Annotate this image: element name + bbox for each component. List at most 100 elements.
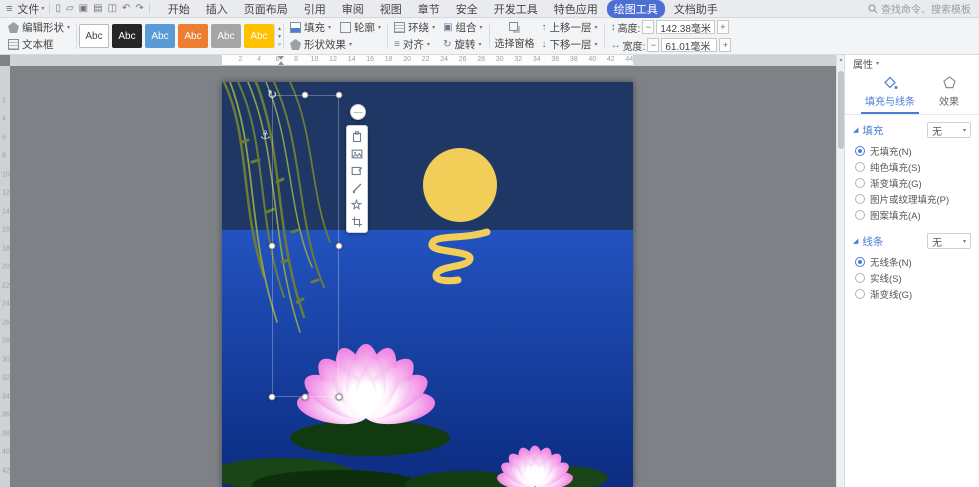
selection-pane-button[interactable]: 选择窗格 [492,22,538,50]
gallery-up-icon[interactable]: ▴ [278,25,281,32]
width-increase-button[interactable]: + [719,38,732,52]
print-icon[interactable]: ▤ [93,2,102,16]
line-section-header[interactable]: ◢ 线条 无 ▾ [853,233,971,249]
shape-style-preset-3[interactable]: Abc [178,24,209,48]
divider [49,3,51,14]
ruler-number: 14 [2,208,10,216]
indent-marker-top[interactable] [278,56,284,60]
tab-引用[interactable]: 引用 [297,0,333,18]
tab-effects[interactable]: 效果 [935,76,963,114]
selection-handle[interactable] [335,242,343,250]
fill-section-header[interactable]: ◢ 填充 无 ▾ [853,122,971,138]
file-menu-button[interactable]: 文件 ▾ [17,1,44,17]
shape-style-preset-1[interactable]: Abc [112,24,143,48]
ruler-number: 22 [421,56,430,63]
radio-渐变填充(G)[interactable]: 渐变填充(G) [853,175,971,191]
radio-实线(S)[interactable]: 实线(S) [853,270,971,286]
selection-handle[interactable] [335,393,343,401]
edit-shape-button[interactable]: 编辑形状 ▾ [8,21,70,35]
ruler-number: 4 [2,115,6,123]
star-effect-icon[interactable] [349,198,365,211]
divider [76,23,78,49]
radio-渐变线(G)[interactable]: 渐变线(G) [853,286,971,302]
gallery-more-icon[interactable]: ▿ [278,41,281,48]
tab-安全[interactable]: 安全 [449,0,485,18]
shape-style-preset-2[interactable]: Abc [145,24,176,48]
preview-icon[interactable]: ◫ [108,2,117,16]
rotate-button[interactable]: ↻ 旋转 ▾ [443,38,482,52]
tab-插入[interactable]: 插入 [199,0,235,18]
height-input[interactable]: 142.38毫米 [656,20,715,35]
selection-handle[interactable] [268,242,276,250]
selection-handle[interactable] [301,393,309,401]
collapse-toolbar-button[interactable]: — [350,104,366,120]
ruler-number: 2 [238,56,243,63]
radio-无填充(N)[interactable]: 无填充(N) [853,143,971,159]
brush-icon[interactable] [349,181,365,194]
search-box[interactable]: 查找命令、搜索模板 [868,1,973,16]
selection-handle[interactable] [301,91,309,99]
tab-审阅[interactable]: 审阅 [335,0,371,18]
main-menu-icon[interactable]: ≡ [6,3,12,15]
shape-style-preset-4[interactable]: Abc [211,24,242,48]
tab-文档助手[interactable]: 文档助手 [667,0,725,18]
ruler-number: 36 [2,411,10,419]
radio-无线条(N)[interactable]: 无线条(N) [853,254,971,270]
edit-shape-label: 编辑形状 [22,22,64,34]
group-button[interactable]: ▣ 组合 ▾ [443,21,482,35]
outline-button[interactable]: 轮廓 ▾ [340,21,381,35]
radio-纯色填充(S)[interactable]: 纯色填充(S) [853,159,971,175]
picture-icon[interactable] [349,147,365,160]
tab-特色应用[interactable]: 特色应用 [547,0,605,18]
tab-绘图工具[interactable]: 绘图工具 [606,0,665,18]
width-field-row: ↔ 宽度: − 61.01毫米 + [611,38,732,53]
crop-icon[interactable] [349,215,365,228]
shape-style-preset-0[interactable]: Abc [79,24,110,48]
line-type-dropdown[interactable]: 无 ▾ [927,233,971,249]
new-doc-icon[interactable]: ▯ [55,2,61,16]
tab-开始[interactable]: 开始 [161,0,197,18]
divider [488,23,490,49]
wrap-button[interactable]: 环绕 ▾ [394,21,435,35]
save-icon[interactable]: ▣ [79,2,88,16]
chevron-down-icon: ▾ [962,127,966,134]
arrange-group-1: 环绕 ▾ ≡ 对齐 ▾ [390,19,439,53]
tab-开发工具[interactable]: 开发工具 [487,0,545,18]
paste-style-icon[interactable] [349,130,365,143]
align-button[interactable]: ≡ 对齐 ▾ [394,38,435,52]
shape-style-preset-5[interactable]: Abc [244,24,275,48]
tab-页面布局[interactable]: 页面布局 [237,0,295,18]
gallery-scroll-arrows[interactable]: ▴ ▾ ▿ [274,23,281,49]
chevron-down-icon: ▾ [478,42,482,48]
text-box-button[interactable]: 文本框 [8,38,70,52]
text-box-icon [8,39,19,50]
shape-effects-button[interactable]: 形状效果 ▾ [290,38,381,52]
document-page[interactable]: ↻ ⚓ — [222,82,633,487]
rotate-handle-icon[interactable]: ↻ [266,88,279,102]
radio-图片或纹理填充(P)[interactable]: 图片或纹理填充(P) [853,191,971,207]
gallery-down-icon[interactable]: ▾ [278,33,281,40]
width-icon: ↔ [610,39,621,51]
fill-button[interactable]: 填充 ▾ [290,21,331,35]
width-input[interactable]: 61.01毫米 [661,38,718,53]
height-decrease-button[interactable]: − [642,20,655,34]
undo-icon[interactable]: ↶ [122,2,130,16]
open-icon[interactable]: ▱ [66,2,74,16]
bring-forward-button[interactable]: ↑ 上移一层 ▾ [542,21,598,35]
panel-header[interactable]: 属性 ▾ [845,55,979,72]
fill-type-dropdown[interactable]: 无 ▾ [927,122,971,138]
vertical-scrollbar[interactable]: ▴ [836,55,844,487]
edit-picture-icon[interactable] [349,164,365,177]
selection-handle[interactable] [268,393,276,401]
send-backward-button[interactable]: ↓ 下移一层 ▾ [542,38,598,52]
height-increase-button[interactable]: + [716,20,729,34]
width-decrease-button[interactable]: − [647,38,660,52]
chevron-down-icon: ▾ [378,25,382,31]
radio-图案填充(A)[interactable]: 图案填充(A) [853,207,971,223]
tab-fill-and-line[interactable]: 填充与线条 [861,76,919,114]
indent-marker-bottom[interactable] [278,61,284,65]
tab-视图[interactable]: 视图 [373,0,409,18]
selection-handle[interactable] [335,91,343,99]
redo-icon[interactable]: ↷ [135,2,143,16]
tab-章节[interactable]: 章节 [411,0,447,18]
